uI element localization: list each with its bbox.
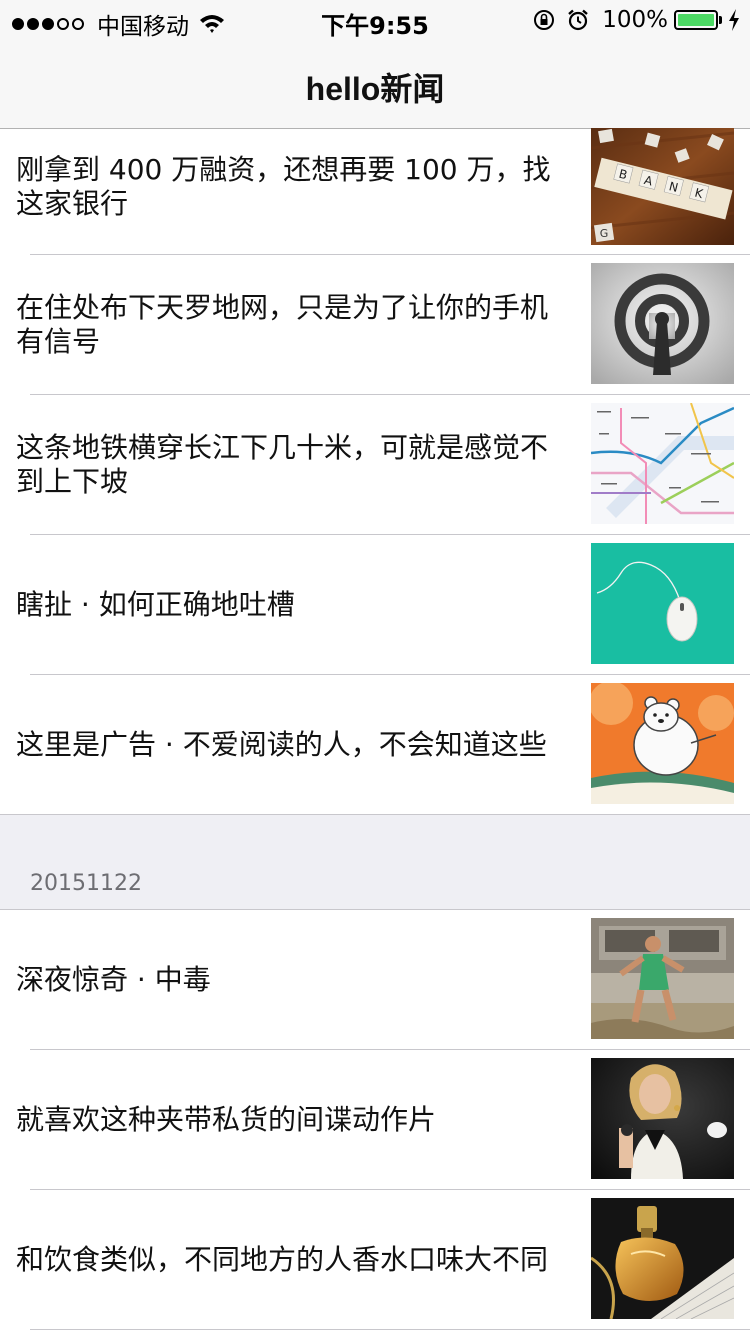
list-item[interactable]: 在住处布下天罗地网，只是为了让你的手机有信号 bbox=[0, 255, 750, 395]
section-date-label: 20151122 bbox=[30, 871, 142, 896]
list-item[interactable]: 瞎扯 · 如何正确地吐槽 bbox=[0, 535, 750, 675]
woman-portrait-photo bbox=[591, 1058, 734, 1179]
status-bar: 中国移动 下午9:55 100% bbox=[0, 0, 750, 40]
battery-icon bbox=[674, 10, 718, 30]
list-item[interactable]: 刚拿到 400 万融资，还想再要 100 万，找这家银行 B A N K G bbox=[0, 128, 750, 255]
news-title: 刚拿到 400 万融资，还想再要 100 万，找这家银行 bbox=[16, 153, 551, 220]
svg-text:G: G bbox=[600, 227, 609, 240]
subway-map-image bbox=[591, 403, 734, 524]
alarm-clock-icon bbox=[568, 9, 589, 31]
list-item[interactable]: 这条地铁横穿长江下几十米，可就是感觉不到上下坡 bbox=[0, 395, 750, 535]
status-right: 100% bbox=[522, 7, 740, 33]
news-list-section-2: 深夜惊奇 · 中毒 就喜欢这种夹带私货的间谍动作片 和饮食类似，不同地方的人香水… bbox=[0, 910, 750, 1330]
battery-level-fill bbox=[678, 14, 714, 26]
news-list-section-1: 刚拿到 400 万融资，还想再要 100 万，找这家银行 B A N K G 在… bbox=[0, 128, 750, 815]
news-title: 就喜欢这种夹带私货的间谍动作片 bbox=[16, 1103, 437, 1136]
orientation-lock-icon bbox=[534, 10, 555, 30]
news-title: 这条地铁横穿长江下几十米，可就是感觉不到上下坡 bbox=[16, 431, 549, 498]
news-title: 深夜惊奇 · 中毒 bbox=[16, 963, 211, 996]
list-item[interactable]: 深夜惊奇 · 中毒 bbox=[0, 910, 750, 1050]
polar-bear-illustration bbox=[591, 683, 734, 804]
list-item[interactable]: 就喜欢这种夹带私货的间谍动作片 bbox=[0, 1050, 750, 1190]
computer-mouse-image bbox=[591, 543, 734, 664]
signal-antenna-image bbox=[591, 263, 734, 384]
news-title: 瞎扯 · 如何正确地吐槽 bbox=[16, 588, 295, 621]
news-title: 在住处布下天罗地网，只是为了让你的手机有信号 bbox=[16, 291, 549, 358]
battery-percentage: 100% bbox=[602, 7, 668, 33]
running-man-photo bbox=[591, 918, 734, 1039]
perfume-bottle-photo bbox=[591, 1198, 734, 1319]
navigation-bar: hello新闻 bbox=[0, 40, 750, 129]
battery-tip bbox=[719, 16, 722, 24]
charging-bolt-icon bbox=[729, 9, 739, 31]
page-title: hello新闻 bbox=[305, 71, 445, 107]
list-item[interactable]: 这里是广告 · 不爱阅读的人，不会知道这些 bbox=[0, 675, 750, 815]
news-title: 和饮食类似，不同地方的人香水口味大不同 bbox=[16, 1243, 549, 1276]
section-header: 20151122 bbox=[0, 815, 750, 910]
bank-tiles-image: B A N K G bbox=[591, 128, 734, 245]
news-title: 这里是广告 · 不爱阅读的人，不会知道这些 bbox=[16, 728, 547, 761]
list-item[interactable]: 和饮食类似，不同地方的人香水口味大不同 bbox=[0, 1190, 750, 1330]
